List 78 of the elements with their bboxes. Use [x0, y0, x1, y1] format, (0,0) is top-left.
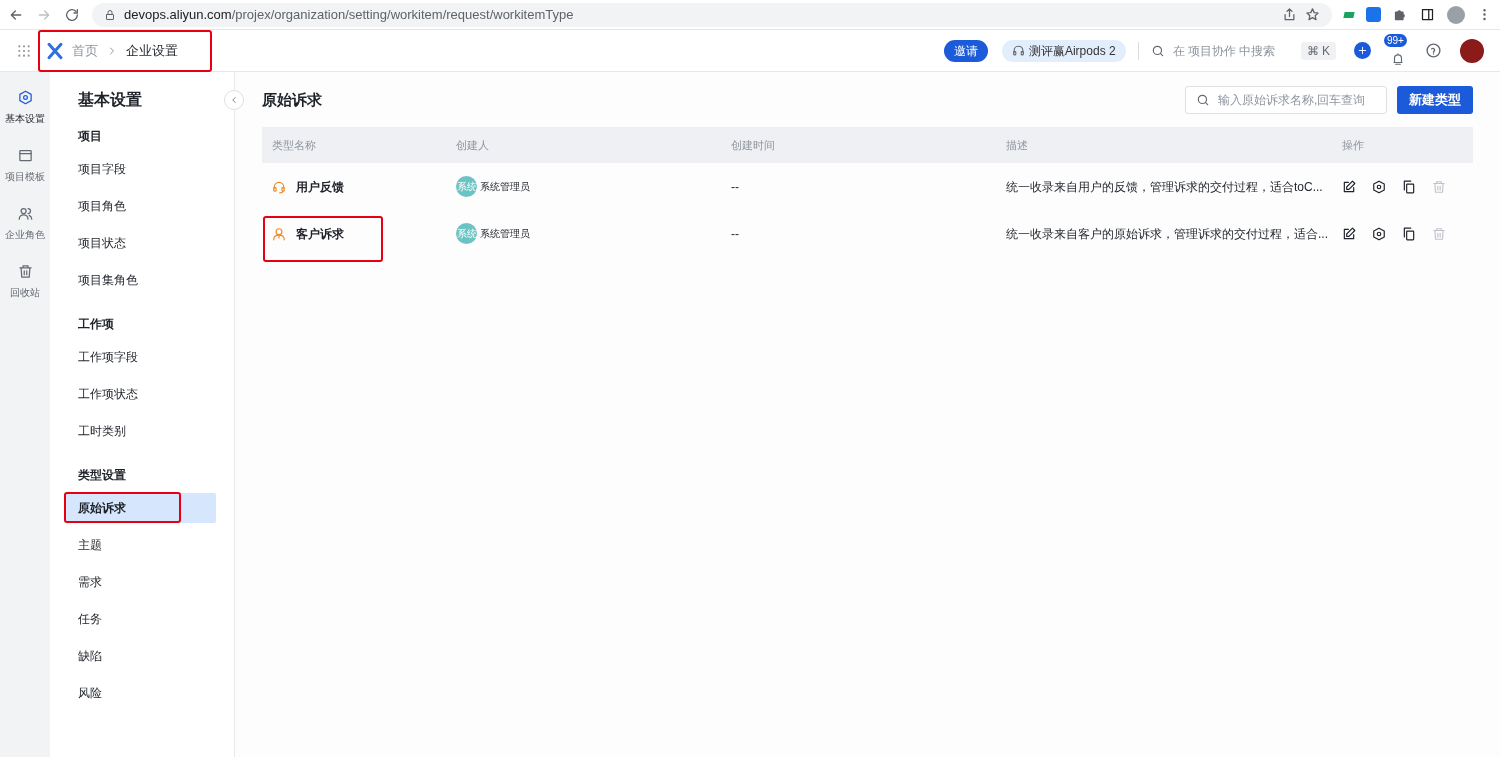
headphones-icon: [1011, 44, 1025, 57]
column-header: 操作: [1341, 137, 1365, 153]
help-icon[interactable]: [1425, 42, 1442, 59]
settings-icon[interactable]: [1372, 226, 1386, 241]
profile-avatar[interactable]: [1447, 5, 1465, 24]
rail-item[interactable]: 基本设置: [0, 90, 50, 126]
sidebar-item[interactable]: 工作项状态: [64, 379, 216, 409]
sidebar-item[interactable]: 主题: [64, 530, 216, 560]
copy-icon[interactable]: [1402, 226, 1416, 241]
sidebar-item[interactable]: 风险: [64, 678, 216, 708]
person-icon: [272, 226, 286, 241]
sidebar-item[interactable]: 原始诉求: [64, 493, 216, 523]
headset-icon: [272, 179, 286, 194]
new-type-button[interactable]: 新建类型: [1397, 86, 1473, 114]
extension-icon[interactable]: [1343, 11, 1355, 18]
rail-item[interactable]: 企业角色: [0, 206, 50, 242]
sidebar-item[interactable]: 项目字段: [64, 154, 216, 184]
type-name[interactable]: 客户诉求: [296, 224, 344, 243]
sidebar-group-title: 工作项: [77, 316, 115, 333]
user-avatar[interactable]: [1460, 38, 1484, 63]
type-name[interactable]: 用户反馈: [296, 177, 344, 196]
search-placeholder: 在 项目协作 中搜索: [1172, 42, 1276, 60]
sidebar-item[interactable]: 工时类别: [64, 416, 216, 446]
column-header: 描述: [1005, 137, 1029, 153]
table-cell-text: --: [730, 225, 740, 243]
notification-icon[interactable]: [1391, 51, 1405, 66]
column-header: 创建人: [455, 137, 490, 153]
invite-button[interactable]: 邀请: [943, 39, 988, 62]
address-bar[interactable]: devops.aliyun.com/projex/organization/setting/workitem/request/workitemType: [92, 2, 1332, 27]
chevron-left-icon: [229, 95, 239, 105]
rail-item[interactable]: 项目模板: [0, 148, 50, 184]
window-icon: [17, 148, 33, 163]
sidebar-item[interactable]: 项目集角色: [64, 265, 216, 295]
sidebar-title: 基本设置: [77, 90, 143, 110]
share-icon[interactable]: [1282, 7, 1297, 22]
column-header: 类型名称: [271, 137, 317, 153]
user-avatar: 系统: [456, 223, 477, 244]
hexagon-icon: [17, 90, 33, 105]
x-logo-icon[interactable]: [46, 41, 64, 60]
users-icon: [17, 206, 33, 221]
promo-button[interactable]: 测评赢Airpods 2: [1001, 39, 1126, 62]
sidebar-group-title: 类型设置: [77, 467, 127, 484]
star-icon[interactable]: [1305, 7, 1320, 22]
breadcrumb-link[interactable]: 企业设置: [126, 40, 178, 61]
settings-icon[interactable]: [1372, 179, 1386, 194]
description-cell-text: 统一收录来自用户的反馈，管理诉求的交付过程，适合toC...: [1005, 178, 1324, 196]
add-button[interactable]: [1354, 42, 1371, 59]
column-header: 创建时间: [730, 137, 776, 153]
user-avatar: 系统: [456, 176, 477, 197]
creator-name: 系统管理员: [480, 227, 530, 241]
search-icon: [1150, 43, 1165, 58]
notification-count: 99+: [1384, 33, 1407, 47]
edit-icon[interactable]: [1342, 226, 1356, 241]
sidebar-item[interactable]: 任务: [64, 604, 216, 634]
grid-menu-icon[interactable]: [16, 42, 32, 59]
shortcut-key: ⌘ K: [1300, 41, 1336, 60]
sidebar-item[interactable]: 工作项字段: [64, 342, 216, 372]
copy-icon[interactable]: [1402, 179, 1416, 194]
description-cell-text: 统一收录来自客户的原始诉求，管理诉求的交付过程，适合...: [1005, 225, 1329, 243]
sidebar-item[interactable]: 需求: [64, 567, 216, 597]
creator-name: 系统管理员: [480, 180, 530, 194]
sidebar-item[interactable]: 项目状态: [64, 228, 216, 258]
lock-icon: [104, 8, 116, 21]
page-title: 原始诉求: [262, 89, 322, 110]
sidebar-item[interactable]: 缺陷: [64, 641, 216, 671]
sidepanel-icon[interactable]: [1420, 7, 1435, 22]
table-cell-text: --: [730, 178, 740, 196]
rail-item[interactable]: 回收站: [0, 264, 50, 300]
edit-icon[interactable]: [1342, 179, 1356, 194]
sidebar-group-title: 项目: [77, 128, 103, 145]
search-icon: [1196, 93, 1210, 107]
puzzle-icon[interactable]: [1393, 7, 1408, 22]
trash-icon: [17, 264, 33, 279]
plus-icon: [1357, 45, 1368, 56]
search-placeholder: 输入原始诉求名称,回车查询: [1218, 92, 1366, 109]
reload-icon[interactable]: [64, 6, 80, 23]
sidebar-item[interactable]: 项目角色: [64, 191, 216, 221]
url-text: devops.aliyun.com/projex/organization/setting/workitem/request/workitemType: [124, 5, 574, 24]
